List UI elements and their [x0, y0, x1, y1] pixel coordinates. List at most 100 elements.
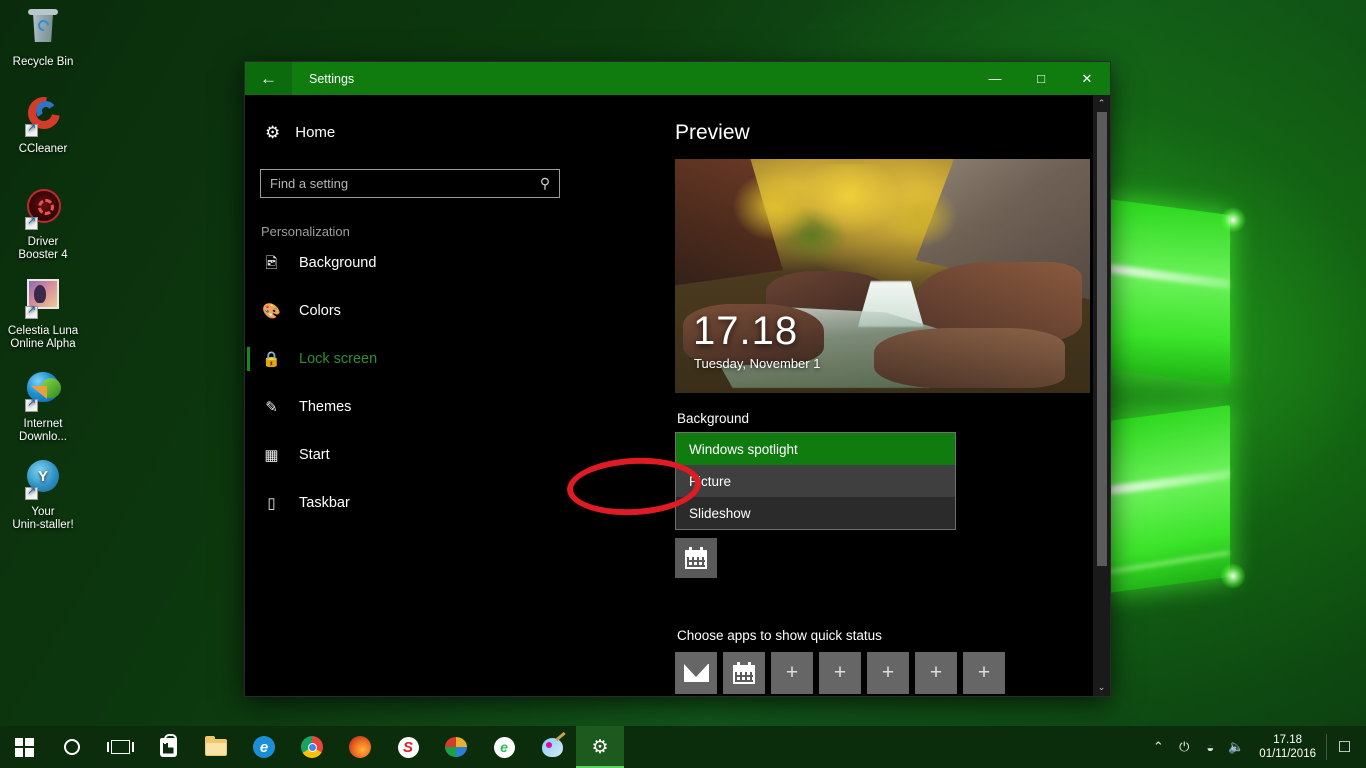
dropdown-option-picture[interactable]: Picture	[676, 465, 955, 497]
plus-icon: +	[881, 661, 895, 684]
scrollbar-track[interactable]	[1093, 112, 1110, 679]
your-uninstaller-icon: Y	[19, 458, 67, 502]
quick-status-app-mail[interactable]	[675, 652, 717, 694]
maximize-button[interactable]: □	[1018, 62, 1064, 95]
close-button[interactable]: ✕	[1064, 62, 1110, 95]
desktop-icon-your-uninstaller[interactable]: Y Your Unin-staller!	[0, 458, 86, 532]
dropdown-option-windows-spotlight[interactable]: Windows spotlight	[676, 433, 955, 465]
plus-icon: +	[977, 661, 991, 684]
gear-icon: ⚙	[591, 736, 609, 758]
background-dropdown[interactable]: Windows spotlight Picture Slideshow	[675, 432, 956, 530]
quick-status-app-add-2[interactable]: +	[819, 652, 861, 694]
search-input[interactable]	[261, 176, 531, 191]
desktop-icon-label: Driver Booster 4	[18, 236, 68, 261]
home-label: Home	[295, 123, 336, 141]
task-view-button[interactable]	[96, 726, 144, 768]
dropdown-option-label: Windows spotlight	[689, 441, 798, 457]
search-icon[interactable]: ⚲	[531, 175, 559, 192]
sidebar-item-label: Themes	[299, 399, 352, 415]
show-hidden-icons-chevron-icon[interactable]: ⌃	[1145, 739, 1171, 755]
scroll-down-icon[interactable]: ⌄	[1093, 679, 1110, 696]
network-icon[interactable]: ◒	[1197, 740, 1223, 755]
plus-icon: +	[833, 661, 847, 684]
sidebar-item-colors[interactable]: 🎨 Colors	[245, 287, 575, 335]
desktop-icon-ccleaner[interactable]: CCleaner	[0, 90, 86, 156]
plus-icon: +	[929, 661, 943, 684]
taskbar-item-paint[interactable]	[528, 726, 576, 768]
taskbar-item-smadav[interactable]: S	[384, 726, 432, 768]
chrome-icon	[301, 736, 323, 758]
taskbar[interactable]: e S e ⚙ ⌃ ⏻ ◒ 🔈 17.18 01/11/2016 ☐	[0, 726, 1366, 768]
scroll-up-icon[interactable]: ⌃	[1093, 95, 1110, 112]
background-label: Background	[677, 411, 750, 426]
dropdown-option-slideshow[interactable]: Slideshow	[676, 497, 955, 529]
sidebar-item-label: Colors	[299, 303, 341, 319]
detailed-status-app-button[interactable]	[675, 538, 717, 578]
volume-icon[interactable]: 🔈	[1223, 739, 1249, 755]
clock[interactable]: 17.18 01/11/2016	[1249, 733, 1326, 761]
settings-window[interactable]: ← Settings — □ ✕ ⚙ Home ⚲ Personalizatio…	[244, 61, 1111, 697]
quick-status-app-add-4[interactable]: +	[915, 652, 957, 694]
desktop-icon-label: CCleaner	[18, 143, 68, 155]
windows-logo-icon	[14, 737, 34, 757]
gear-icon: ⚙	[265, 122, 281, 142]
sidebar-item-lock-screen[interactable]: 🔒 Lock screen	[245, 335, 575, 383]
desktop-icon-recycle-bin[interactable]: Recycle Bin	[0, 8, 86, 69]
vertical-scrollbar[interactable]: ⌃ ⌄	[1093, 95, 1110, 696]
sidebar-item-home[interactable]: ⚙ Home	[245, 115, 575, 149]
picture-icon: 🖻	[265, 254, 278, 272]
quick-status-app-add-3[interactable]: +	[867, 652, 909, 694]
clock-time: 17.18	[1273, 734, 1303, 746]
battery-icon[interactable]: ⏻	[1171, 739, 1197, 755]
taskbar-icon: ▯	[267, 494, 276, 512]
taskbar-item-evernote[interactable]: e	[480, 726, 528, 768]
quick-status-app-calendar[interactable]	[723, 652, 765, 694]
cortana-button[interactable]	[48, 726, 96, 768]
idm-icon	[19, 370, 67, 414]
ccleaner-icon	[19, 90, 67, 139]
mail-icon	[683, 664, 709, 682]
minimize-button[interactable]: —	[972, 62, 1018, 95]
start-button[interactable]	[0, 726, 48, 768]
lock-screen-preview: 17.18 Tuesday, November 1	[675, 159, 1090, 393]
taskbar-item-microsoft-store[interactable]	[144, 726, 192, 768]
quick-status-app-add-5[interactable]: +	[963, 652, 1005, 694]
back-arrow-icon[interactable]: ←	[245, 62, 292, 95]
desktop-icon-driver-booster[interactable]: Driver Booster 4	[0, 188, 86, 262]
taskbar-item-settings[interactable]: ⚙	[576, 726, 624, 768]
cortana-circle-icon	[64, 739, 80, 755]
task-view-icon	[106, 740, 134, 754]
desktop-icon-internet-download-manager[interactable]: Internet Downlo...	[0, 370, 86, 444]
preview-clock: 17.18	[693, 309, 799, 353]
quick-status-app-add-1[interactable]: +	[771, 652, 813, 694]
calendar-icon	[733, 662, 755, 684]
calendar-icon	[685, 547, 707, 569]
windows-hero-wallpaper	[1030, 199, 1246, 593]
desktop-icon-label: Celestia Luna Online Alpha	[7, 325, 79, 350]
taskbar-item-internet-download-manager[interactable]	[432, 726, 480, 768]
celestia-luna-icon	[19, 277, 67, 321]
sidebar-item-themes[interactable]: ✎ Themes	[245, 383, 575, 431]
sidebar-item-background[interactable]: 🖻 Background	[245, 239, 575, 287]
sidebar-item-taskbar[interactable]: ▯ Taskbar	[245, 479, 575, 527]
recycle-bin-icon	[19, 8, 67, 52]
taskbar-item-file-explorer[interactable]	[192, 726, 240, 768]
quick-status-app-row: + + + + +	[675, 652, 1110, 694]
driver-booster-icon	[19, 188, 67, 232]
smadav-icon: S	[397, 736, 419, 758]
action-center-icon[interactable]: ☐	[1326, 734, 1362, 760]
window-title-bar[interactable]: ← Settings — □ ✕	[245, 62, 1110, 95]
settings-content: Preview 17.18 Tuesday, November 1 Backgr…	[575, 95, 1110, 696]
desktop-icon-celestia-luna[interactable]: Celestia Luna Online Alpha	[0, 277, 86, 351]
taskbar-item-google-chrome[interactable]	[288, 726, 336, 768]
taskbar-item-mozilla-firefox[interactable]	[336, 726, 384, 768]
desktop-icon-label: Recycle Bin	[12, 56, 74, 68]
taskbar-item-microsoft-edge[interactable]: e	[240, 726, 288, 768]
sidebar-item-start[interactable]: ▦ Start	[245, 431, 575, 479]
clock-date: 01/11/2016	[1259, 748, 1316, 760]
dropdown-option-label: Picture	[689, 473, 732, 489]
desktop-icon-label: Your Unin-staller!	[12, 506, 74, 531]
system-tray: ⌃ ⏻ ◒ 🔈 17.18 01/11/2016 ☐	[1145, 726, 1366, 768]
scrollbar-thumb[interactable]	[1096, 112, 1107, 566]
search-box[interactable]: ⚲	[260, 169, 560, 198]
